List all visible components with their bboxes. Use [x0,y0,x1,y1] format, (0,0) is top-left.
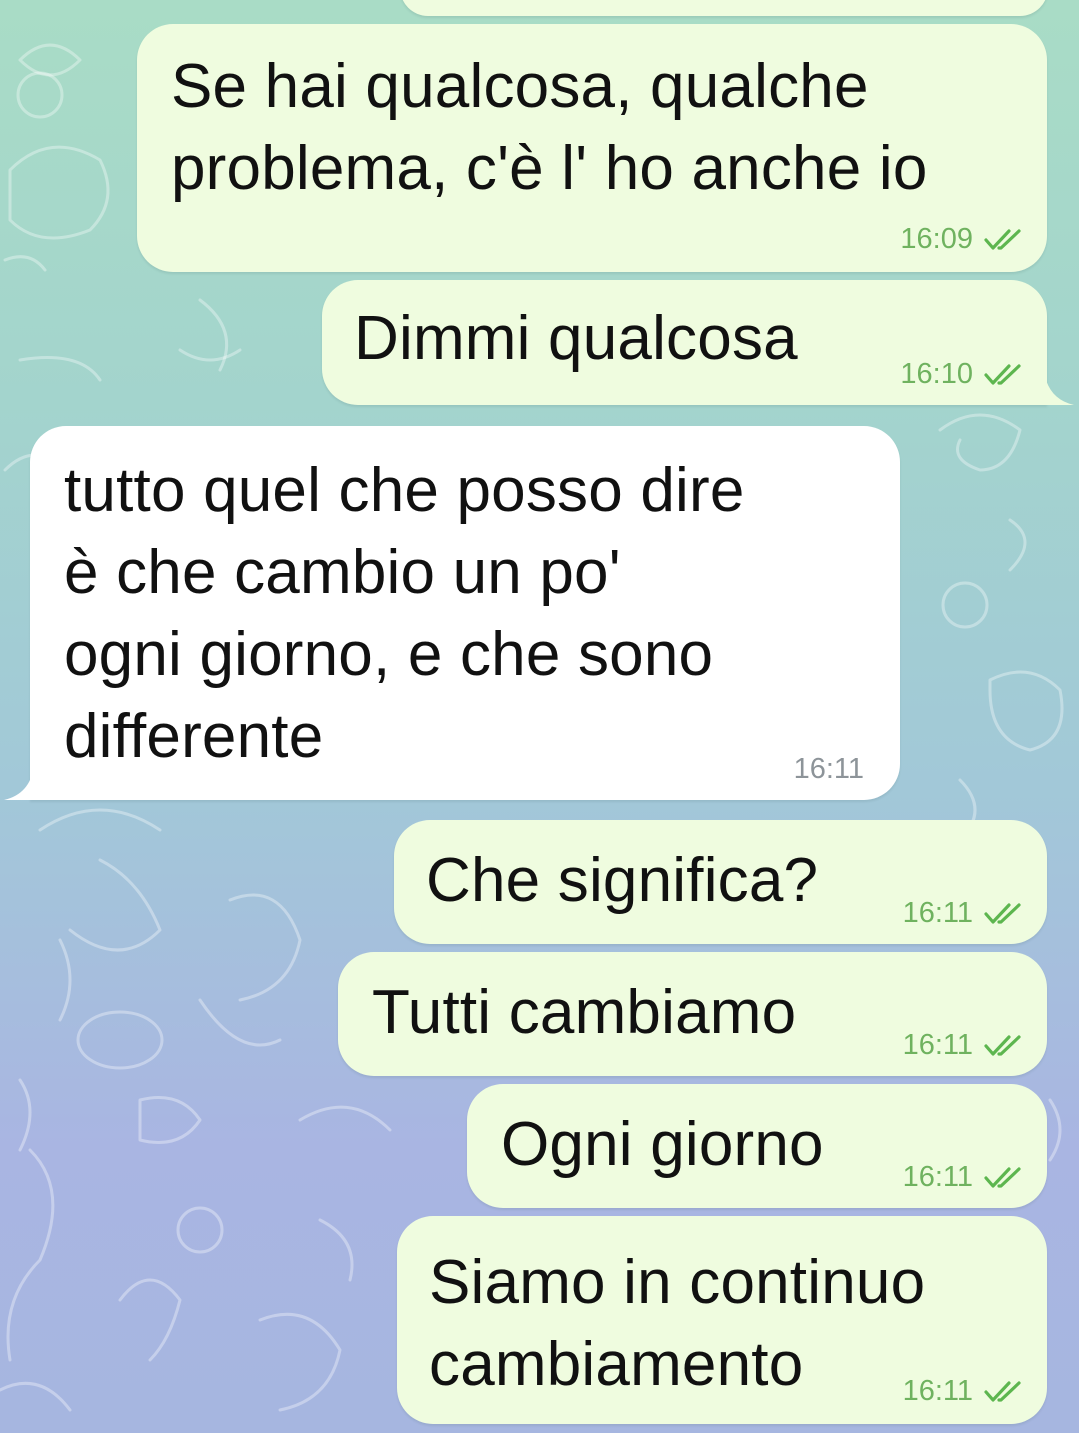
message-text: Tutti cambiamo [372,978,797,1047]
message-meta: 16:09 [900,223,1025,256]
double-check-read-icon [984,902,1021,924]
message-time: 16:11 [902,1029,973,1061]
message-meta: 16:11 [903,1375,1025,1408]
message-time: 16:11 [902,1161,973,1193]
message-time: 16:10 [900,358,973,390]
message-text: Dimmi qualcosa [354,304,798,373]
message-text: tutto quel che posso dire è che cambio u… [64,456,745,771]
double-check-read-icon [984,363,1021,385]
message-bubble-outgoing[interactable]: Tutti cambiamo 16:11 [338,952,1047,1076]
message-bubble-outgoing[interactable]: Ogni giorno 16:11 [467,1084,1047,1208]
message-meta: 16:10 [900,358,1025,391]
message-bubble-outgoing[interactable]: Siamo in continuo cambiamento 16:11 [397,1216,1047,1424]
double-check-read-icon [984,228,1021,250]
double-check-read-icon [984,1034,1021,1056]
message-bubble-incoming[interactable]: tutto quel che posso dire è che cambio u… [30,426,900,800]
message-meta: 16:11 [903,1029,1025,1062]
message-meta: 16:11 [903,1161,1025,1194]
message-bubble-outgoing[interactable]: Che significa? 16:11 [394,820,1047,944]
message-meta: 16:11 [903,897,1025,930]
message-time: 16:11 [902,1375,973,1407]
double-check-read-icon [984,1380,1021,1402]
message-time: 16:09 [900,223,973,255]
double-check-read-icon [984,1166,1021,1188]
message-text: Siamo in continuo cambiamento [429,1248,926,1399]
message-text: Che significa? [426,846,819,915]
bubble-tail-outgoing [1044,371,1074,405]
message-bubble-outgoing[interactable]: Se hai qualcosa, qualche problema, c'è l… [137,24,1047,272]
message-bubble-outgoing[interactable]: Dimmi qualcosa 16:10 [322,280,1047,405]
message-bubble-partial [400,0,1048,16]
message-text: Ogni giorno [501,1110,824,1179]
message-time: 16:11 [793,753,864,785]
message-time: 16:11 [902,897,973,929]
message-meta: 16:11 [794,753,864,786]
bubble-tail-incoming [4,766,34,800]
message-text: Se hai qualcosa, qualche problema, c'è l… [171,52,928,203]
